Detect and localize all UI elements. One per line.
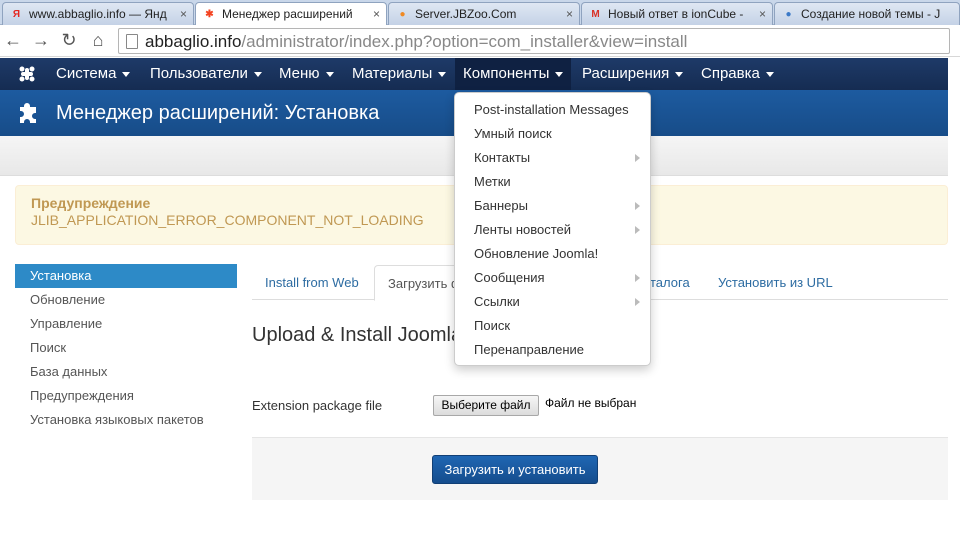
- nav-menu-menus[interactable]: Меню: [271, 58, 342, 90]
- nav-menu-help[interactable]: Справка: [693, 58, 782, 90]
- caret-down-icon: [253, 71, 262, 77]
- reload-icon[interactable]: ↻: [58, 29, 80, 51]
- caret-down-icon: [555, 71, 564, 77]
- sidebar-item-languages[interactable]: Установка языковых пакетов: [15, 408, 237, 432]
- menu-item-contacts[interactable]: Контакты: [455, 146, 650, 170]
- alert-message: JLIB_APPLICATION_ERROR_COMPONENT_NOT_LOA…: [31, 212, 424, 228]
- nav-menu-content[interactable]: Материалы: [344, 58, 454, 90]
- package-file-label: Extension package file: [252, 398, 383, 413]
- puzzle-icon: [19, 102, 41, 124]
- sidebar-item-database[interactable]: База данных: [15, 360, 237, 384]
- upload-install-button[interactable]: Загрузить и установить: [432, 455, 598, 484]
- section-title: Upload & Install Joomla: [252, 324, 463, 346]
- browser-tab-strip: Я www.abbaglio.info — Янд × ✱ Менеджер р…: [0, 0, 960, 26]
- caret-down-icon: [675, 71, 684, 77]
- site-favicon-icon: ●: [399, 9, 406, 20]
- browser-tab-label: Server.JBZoo.Com: [415, 7, 517, 21]
- sidebar-item-manage[interactable]: Управление: [15, 312, 237, 336]
- browser-tab-label: Создание новой темы - J: [801, 7, 941, 21]
- browser-tab-active[interactable]: ✱ Менеджер расширений ×: [195, 2, 387, 26]
- browser-tab-label: Новый ответ в ionCube -: [608, 7, 744, 21]
- sidebar-item-warnings[interactable]: Предупреждения: [15, 384, 237, 408]
- nav-menu-components[interactable]: Компоненты: [455, 58, 572, 90]
- joomla-logo-icon[interactable]: [17, 65, 37, 83]
- menu-item-redirect[interactable]: Перенаправление: [455, 338, 650, 362]
- browser-tab-label: Менеджер расширений: [222, 7, 353, 21]
- menu-item-newsfeeds[interactable]: Ленты новостей: [455, 218, 650, 242]
- close-icon[interactable]: ×: [566, 7, 573, 21]
- browser-tab[interactable]: M Новый ответ в ionCube - ×: [581, 2, 773, 25]
- home-icon[interactable]: ⌂: [87, 29, 109, 51]
- close-icon[interactable]: ×: [373, 7, 380, 21]
- submenu-arrow-icon: [635, 202, 640, 210]
- yandex-favicon-icon: Я: [12, 9, 21, 20]
- page-icon: [126, 34, 138, 49]
- browser-tab[interactable]: ● Server.JBZoo.Com ×: [388, 2, 580, 25]
- menu-item-weblinks[interactable]: Ссылки: [455, 290, 650, 314]
- browser-toolbar: ← → ↻ ⌂ abbaglio.info/administrator/inde…: [0, 25, 960, 57]
- url-text: abbaglio.info/administrator/index.php?op…: [145, 32, 688, 51]
- sidebar-item-update[interactable]: Обновление: [15, 288, 237, 312]
- close-icon[interactable]: ×: [759, 7, 766, 21]
- caret-down-icon: [325, 71, 334, 77]
- choose-file-button[interactable]: Выберите файл: [433, 395, 539, 416]
- address-bar[interactable]: abbaglio.info/administrator/index.php?op…: [118, 28, 950, 54]
- sidebar-item-install[interactable]: Установка: [15, 264, 237, 288]
- caret-down-icon: [122, 71, 131, 77]
- browser-tab[interactable]: ● Создание новой темы - J: [774, 2, 960, 25]
- sidebar-item-discover[interactable]: Поиск: [15, 336, 237, 360]
- menu-item-post-installation[interactable]: Post-installation Messages: [455, 98, 650, 122]
- joomla-favicon-icon: ✱: [205, 9, 214, 20]
- browser-tab-label: www.abbaglio.info — Янд: [29, 7, 167, 21]
- form-actions: Загрузить и установить: [252, 437, 948, 500]
- tab-install-from-url[interactable]: Установить из URL: [705, 265, 846, 300]
- gmail-favicon-icon: M: [591, 9, 600, 20]
- menu-item-banners[interactable]: Баннеры: [455, 194, 650, 218]
- components-dropdown-menu: Post-installation Messages Умный поиск К…: [454, 92, 651, 366]
- menu-item-smart-search[interactable]: Умный поиск: [455, 122, 650, 146]
- nav-menu-extensions[interactable]: Расширения: [574, 58, 691, 90]
- page-title: Менеджер расширений: Установка: [56, 102, 380, 124]
- menu-item-tags[interactable]: Метки: [455, 170, 650, 194]
- file-status-text: Файл не выбран: [545, 396, 637, 410]
- tab-upload-package[interactable]: Загрузить ф: [374, 265, 464, 301]
- submenu-arrow-icon: [635, 226, 640, 234]
- submenu-arrow-icon: [635, 154, 640, 162]
- alert-heading: Предупреждение: [31, 195, 151, 211]
- back-arrow-icon[interactable]: ←: [2, 29, 24, 51]
- menu-item-messages[interactable]: Сообщения: [455, 266, 650, 290]
- close-icon[interactable]: ×: [180, 7, 187, 21]
- caret-down-icon: [765, 71, 774, 77]
- menu-item-search[interactable]: Поиск: [455, 314, 650, 338]
- browser-tab[interactable]: Я www.abbaglio.info — Янд ×: [2, 2, 194, 25]
- caret-down-icon: [438, 71, 447, 77]
- nav-menu-system[interactable]: Система: [48, 58, 138, 90]
- site-favicon-icon: ●: [785, 9, 792, 20]
- nav-menu-users[interactable]: Пользователи: [142, 58, 270, 90]
- admin-navbar: Система Пользователи Меню Материалы Комп…: [0, 58, 948, 90]
- forward-arrow-icon[interactable]: →: [30, 29, 52, 51]
- sidebar: Установка Обновление Управление Поиск Ба…: [15, 264, 237, 432]
- tab-install-from-web[interactable]: Install from Web: [252, 265, 372, 300]
- submenu-arrow-icon: [635, 274, 640, 282]
- submenu-arrow-icon: [635, 298, 640, 306]
- menu-item-joomla-update[interactable]: Обновление Joomla!: [455, 242, 650, 266]
